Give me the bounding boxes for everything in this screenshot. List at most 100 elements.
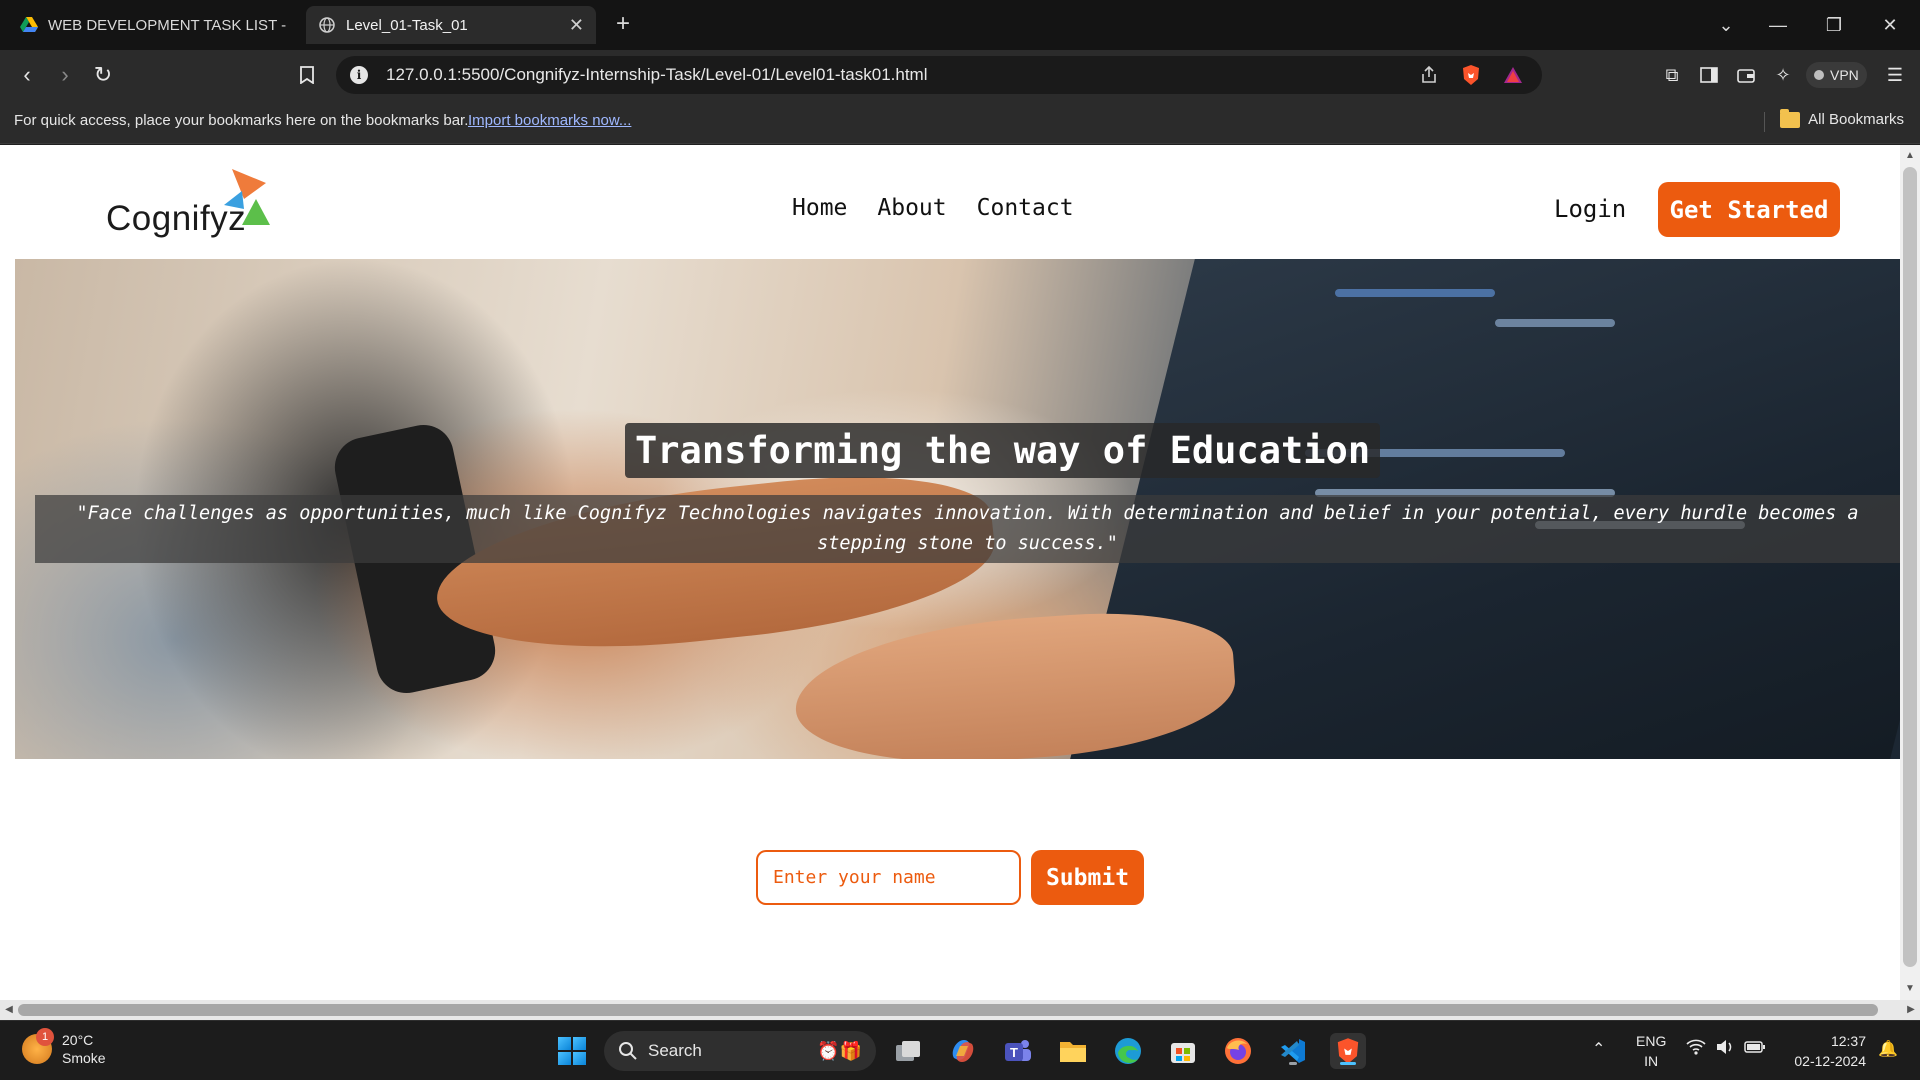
new-tab-button[interactable]: + [608,10,638,40]
brave-rewards-icon[interactable] [1500,62,1526,88]
all-bookmarks-button[interactable]: All Bookmarks [1780,108,1904,128]
import-bookmarks-link[interactable]: Import bookmarks now... [468,112,631,129]
weather-widget[interactable]: 1 20°C Smoke [22,1028,106,1067]
bookmarks-divider [1764,112,1765,132]
scroll-right-arrow-icon[interactable]: ▶ [1902,1000,1920,1020]
microsoft-store-icon[interactable] [1165,1033,1201,1069]
horizontal-scrollbar[interactable]: ◀ ▶ [0,1000,1920,1020]
weather-icon: 1 [22,1028,54,1064]
lang-bottom: IN [1644,1053,1659,1069]
svg-text:T: T [1010,1045,1018,1060]
submit-button[interactable]: Submit [1031,850,1144,905]
vpn-label: VPN [1830,67,1859,83]
search-icon [619,1042,637,1060]
close-tab-icon[interactable]: ✕ [569,15,584,36]
copilot-icon[interactable] [945,1033,981,1069]
weather-temp: 20°C [62,1032,94,1048]
address-bar[interactable]: i 127.0.0.1:5500/Congnifyz-Internship-Ta… [336,56,1542,94]
site-info-icon[interactable]: i [350,66,368,84]
name-input[interactable] [756,850,1021,905]
google-drive-icon [20,16,38,34]
tab-web-dev-task-list[interactable]: WEB DEVELOPMENT TASK LIST - Go [8,6,298,44]
bookmarks-hint: For quick access, place your bookmarks h… [14,112,469,129]
restore-button[interactable]: ❐ [1806,0,1862,50]
leo-ai-icon[interactable]: ✧ [1770,62,1796,88]
get-started-button[interactable]: Get Started [1658,182,1840,237]
logo-triangles-icon [224,169,270,225]
sidebar-icon[interactable] [1696,62,1722,88]
browser-toolbar: ‹ › ↻ i 127.0.0.1:5500/Congnifyz-Interns… [0,50,1920,100]
minimize-button[interactable]: — [1750,0,1806,50]
cognifyz-logo[interactable]: Cognifyz [104,169,284,249]
active-indicator [1340,1062,1356,1065]
vpn-status-icon [1814,70,1824,80]
nav-contact-link[interactable]: Contact [977,195,1074,221]
hero-quote: "Face challenges as opportunities, much … [35,495,1900,563]
lang-top: ENG [1636,1033,1667,1049]
vertical-scrollbar[interactable]: ▲ ▼ [1900,145,1920,1000]
vscode-icon[interactable] [1275,1033,1311,1069]
running-indicator [1289,1062,1297,1065]
windows-taskbar: 1 20°C Smoke Search ⏰🎁 T ⌃ ENG IN 12:37 … [0,1020,1920,1080]
hero-title: Transforming the way of Education [625,423,1381,478]
task-view-icon[interactable] [890,1033,926,1069]
notifications-icon[interactable]: 🔔 [1878,1039,1898,1059]
back-button[interactable]: ‹ [12,60,42,90]
scroll-left-arrow-icon[interactable]: ◀ [0,1000,18,1020]
scroll-up-arrow-icon[interactable]: ▲ [1900,147,1920,165]
start-button[interactable] [554,1033,590,1069]
globe-icon [318,16,336,34]
nav-about-link[interactable]: About [877,195,946,221]
firefox-icon[interactable] [1220,1033,1256,1069]
vertical-scroll-thumb[interactable] [1903,167,1917,967]
nav-home-link[interactable]: Home [792,195,847,221]
code-line [1495,319,1615,327]
login-link[interactable]: Login [1554,195,1626,223]
tab-level-01-task-01[interactable]: Level_01-Task_01 ✕ [306,6,596,44]
close-window-button[interactable]: ✕ [1862,0,1918,50]
vpn-button[interactable]: VPN [1806,62,1867,88]
tab-strip: WEB DEVELOPMENT TASK LIST - Go Level_01-… [0,0,1920,50]
folder-icon [1780,108,1801,128]
menu-icon[interactable]: ☰ [1882,62,1908,88]
volume-icon [1717,1040,1732,1054]
all-bookmarks-label: All Bookmarks [1808,111,1904,128]
code-line [1335,289,1495,297]
tab-label: WEB DEVELOPMENT TASK LIST - Go [48,16,286,34]
weather-desc: Smoke [62,1050,106,1066]
share-icon[interactable] [1416,62,1442,88]
wifi-icon [1686,1039,1706,1055]
system-tray[interactable] [1686,1039,1766,1055]
brave-taskbar-icon[interactable] [1330,1033,1366,1069]
name-form: Submit [756,850,1144,905]
clock-time: 12:37 [1830,1033,1866,1049]
reload-button[interactable]: ↻ [88,60,118,90]
search-label: Search [648,1041,702,1060]
site-header: Cognifyz Home About Contact Login Get St… [0,145,1900,259]
extensions-icon[interactable]: ⧉ [1659,62,1685,88]
language-indicator[interactable]: ENG IN [1636,1031,1666,1071]
file-explorer-icon[interactable] [1055,1033,1091,1069]
battery-icon [1744,1041,1765,1053]
clock-date: 02-12-2024 [1794,1053,1866,1069]
windows-logo-icon [558,1037,586,1065]
forward-button[interactable]: › [50,60,80,90]
bookmark-icon[interactable] [292,60,322,90]
tab-label: Level_01-Task_01 [346,16,468,34]
brave-shields-icon[interactable] [1458,62,1484,88]
weather-badge: 1 [36,1028,54,1046]
wallet-icon[interactable] [1733,62,1759,88]
tab-search-chevron-icon[interactable]: ⌄ [1698,0,1754,50]
main-nav: Home About Contact [792,195,1074,221]
url-text[interactable]: 127.0.0.1:5500/Congnifyz-Internship-Task… [386,65,1416,85]
show-hidden-icons-chevron-icon[interactable]: ⌃ [1592,1039,1605,1059]
search-highlight-icon: ⏰🎁 [817,1040,862,1061]
page-viewport: Cognifyz Home About Contact Login Get St… [0,145,1920,1000]
horizontal-scroll-thumb[interactable] [18,1004,1878,1016]
bookmarks-bar: For quick access, place your bookmarks h… [0,100,1920,144]
scroll-down-arrow-icon[interactable]: ▼ [1900,980,1920,998]
teams-icon[interactable]: T [1000,1033,1036,1069]
taskbar-search[interactable]: Search ⏰🎁 [604,1031,876,1071]
clock[interactable]: 12:37 02-12-2024 [1786,1031,1866,1071]
edge-icon[interactable] [1110,1033,1146,1069]
